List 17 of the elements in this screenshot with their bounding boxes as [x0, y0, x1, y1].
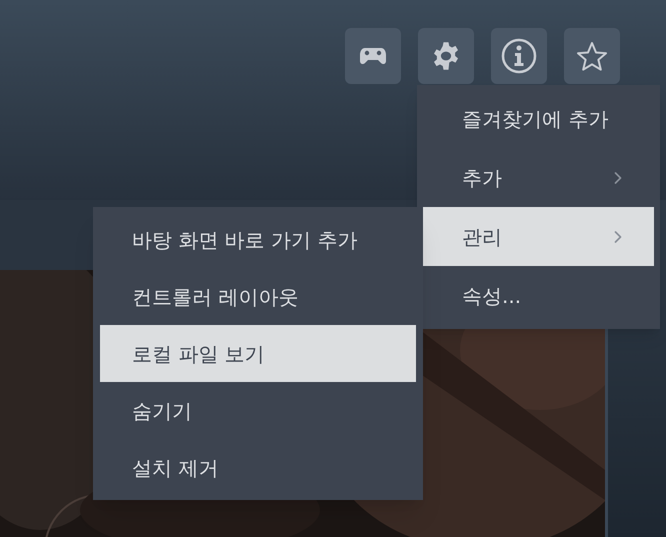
menu-item[interactable]: 설치 제거 [100, 439, 416, 496]
menu-item[interactable]: 관리 [423, 207, 654, 266]
toolbar-button[interactable] [345, 28, 401, 84]
toolbar-button[interactable] [491, 28, 547, 84]
star-icon [576, 41, 608, 71]
menu-item[interactable]: 숨기기 [100, 382, 416, 439]
menu-item[interactable]: 추가 [423, 148, 654, 207]
info-icon [501, 38, 537, 74]
gamepad-icon [360, 47, 386, 65]
settings-icon [431, 41, 461, 71]
toolbar-button[interactable] [564, 28, 620, 84]
menu-item[interactable]: 즐겨찾기에 추가 [423, 89, 654, 148]
menu-item[interactable]: 컨트롤러 레이아웃 [100, 268, 416, 325]
menu-item[interactable]: 로컬 파일 보기 [100, 325, 416, 382]
menu-item[interactable]: 바탕 화면 바로 가기 추가 [100, 211, 416, 268]
toolbar-button[interactable] [418, 28, 474, 84]
menu-item[interactable]: 속성... [423, 266, 654, 325]
